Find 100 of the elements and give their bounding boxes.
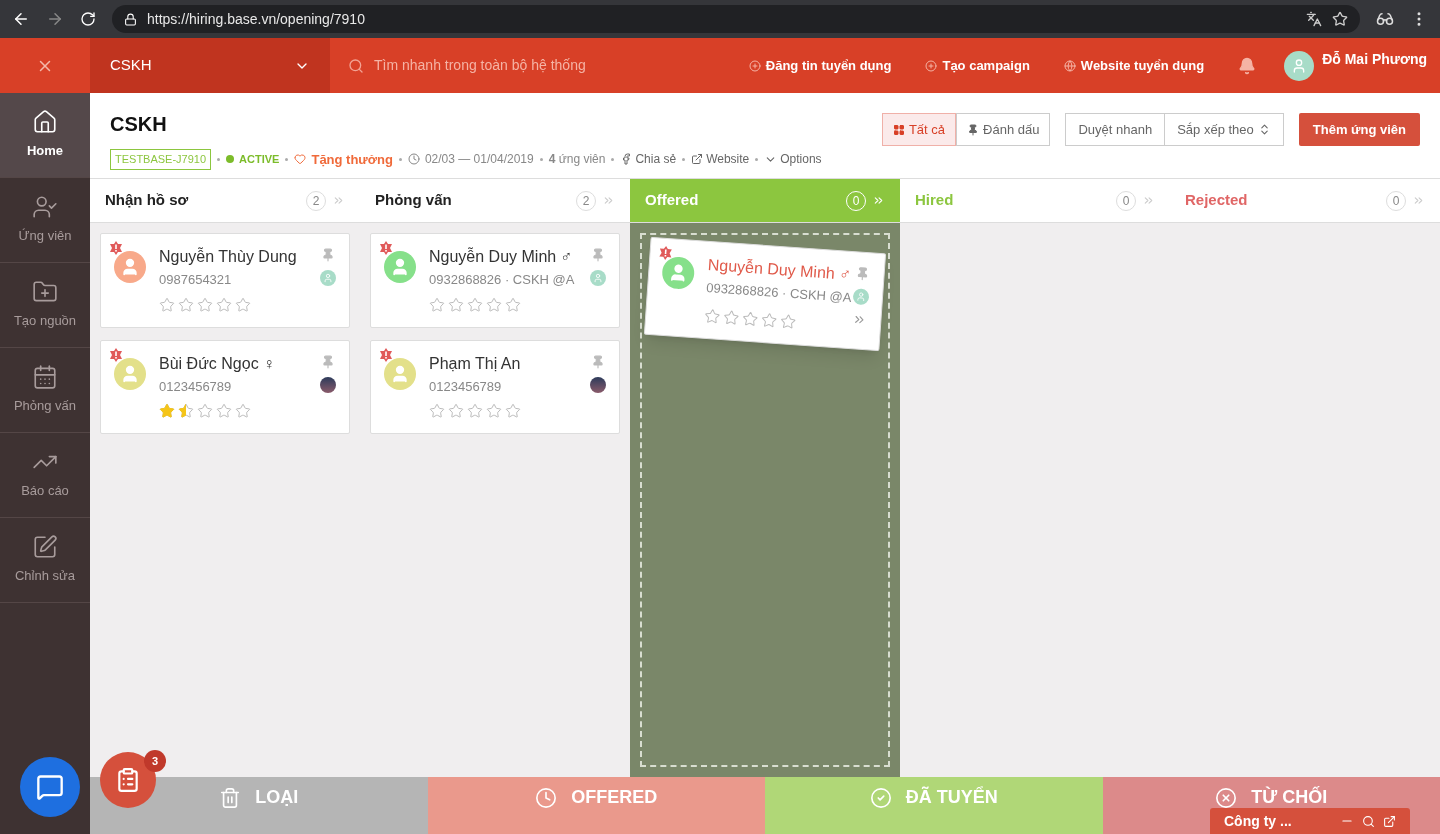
sidebar-item[interactable]: Báo cáo <box>0 433 90 518</box>
pin-icon[interactable] <box>591 248 605 262</box>
translate-icon[interactable] <box>1306 11 1322 27</box>
globe-icon <box>1063 59 1076 72</box>
chevrons-icon <box>1142 194 1155 207</box>
chevrons-icon <box>872 194 885 207</box>
star-icon[interactable] <box>159 403 175 419</box>
job-selector[interactable]: CSKH <box>90 38 330 93</box>
star-icon[interactable] <box>467 403 483 419</box>
star-icon[interactable] <box>429 296 445 313</box>
options-link[interactable]: Options <box>780 150 822 169</box>
candidate-name[interactable]: Nguyễn Thùy Dung <box>159 246 320 268</box>
back-icon[interactable] <box>12 10 30 28</box>
star-icon[interactable] <box>235 296 251 313</box>
external-link-icon <box>691 153 704 166</box>
stage-title: Rejected <box>1185 190 1249 211</box>
share-link[interactable]: Chia sẻ <box>635 150 677 169</box>
star-icon[interactable] <box>159 296 175 313</box>
stage-header[interactable]: Phỏng vấn 2 <box>360 179 630 223</box>
star-icon[interactable] <box>703 307 721 325</box>
star-icon[interactable] <box>216 296 232 313</box>
star-icon[interactable] <box>486 296 502 313</box>
pin-icon[interactable] <box>321 248 335 262</box>
stage-title: Nhận hồ sơ <box>105 190 190 211</box>
chevrons-icon <box>332 194 345 207</box>
search-icon <box>348 57 364 74</box>
sort-button[interactable]: Sắp xếp theo <box>1165 113 1284 146</box>
pin-icon[interactable] <box>321 354 335 369</box>
stage-title: Phỏng vấn <box>375 190 453 211</box>
candidate-name[interactable]: Nguyễn Duy Minh ♂ <box>429 246 590 268</box>
facebook-icon <box>620 153 633 166</box>
stage-header[interactable]: Nhận hồ sơ 2 <box>90 179 360 223</box>
job-code-tag: TESTBASE-J7910 <box>110 149 212 170</box>
candidate-card[interactable]: Nguyễn Duy Minh ♂ 0932868826 · CSKH @A <box>370 233 620 328</box>
chat-dialog[interactable]: Công ty ... <box>1210 808 1410 834</box>
candidate-count: 4 ứng viên <box>548 151 606 169</box>
date-range: 02/03 — 01/04/2019 <box>424 151 534 169</box>
user-check-icon <box>32 194 58 221</box>
search-icon[interactable] <box>1362 814 1375 828</box>
star-icon[interactable] <box>760 311 778 329</box>
star-icon[interactable] <box>448 296 464 313</box>
stage-header[interactable]: Hired 0 <box>900 179 1170 223</box>
star-icon[interactable] <box>216 403 232 419</box>
quick-review-button[interactable]: Duyệt nhanh <box>1065 113 1166 146</box>
candidate-card[interactable]: Nguyễn Duy Minh ♂ 0932868826 · CSKH @A <box>643 236 887 351</box>
grid-icon <box>892 123 905 136</box>
alert-badge-icon <box>658 245 674 261</box>
nav-link[interactable]: Đăng tin tuyển dụng <box>748 55 892 76</box>
pin-icon[interactable] <box>591 354 605 369</box>
star-icon[interactable] <box>197 403 213 419</box>
open-icon[interactable] <box>1383 814 1396 828</box>
search-field[interactable]: Tìm nhanh trong toàn bộ hệ thống <box>330 55 710 76</box>
website-link[interactable]: Website <box>706 150 750 169</box>
candidate-name[interactable]: Phạm Thị An <box>429 352 590 375</box>
view-tab[interactable]: Tất cả <box>881 113 957 146</box>
add-candidate-button[interactable]: Thêm ứng viên <box>1298 113 1420 146</box>
star-icon[interactable] <box>741 310 759 328</box>
sidebar-item[interactable]: Phỏng vấn <box>0 348 90 433</box>
candidate-card[interactable]: Nguyễn Thùy Dung 0987654321 <box>100 233 350 328</box>
star-icon[interactable] <box>486 403 502 419</box>
forward-icon[interactable] <box>46 10 64 28</box>
star-icon[interactable] <box>779 312 797 330</box>
star-icon[interactable] <box>505 296 521 313</box>
candidate-card[interactable]: Phạm Thị An 0123456789 <box>370 339 620 434</box>
task-count-badge: 3 <box>144 750 166 772</box>
sidebar-item[interactable]: Home <box>0 93 90 178</box>
sidebar-item[interactable]: Tạo nguồn <box>0 263 90 348</box>
x-circle-icon <box>1215 786 1238 809</box>
star-icon[interactable] <box>178 403 194 419</box>
star-icon[interactable] <box>197 296 213 313</box>
nav-link[interactable]: Website tuyển dụng <box>1063 55 1205 76</box>
user-name[interactable]: Đỗ Mai Phương <box>1322 49 1427 70</box>
edit-icon <box>32 534 58 561</box>
star-icon[interactable] <box>722 308 740 326</box>
bookmark-icon[interactable] <box>1332 11 1348 27</box>
sidebar-item[interactable]: Chỉnh sửa <box>0 518 90 603</box>
check-circle-icon <box>869 786 892 809</box>
incognito-icon[interactable] <box>1376 10 1394 28</box>
candidate-name[interactable]: Bùi Đức Ngọc ♀ <box>159 352 320 375</box>
reload-icon[interactable] <box>80 11 96 27</box>
candidate-card[interactable]: Bùi Đức Ngọc ♀ 0123456789 <box>100 339 350 434</box>
star-icon[interactable] <box>235 403 251 419</box>
calendar-icon <box>32 364 58 391</box>
star-icon[interactable] <box>505 403 521 419</box>
notification-icon[interactable] <box>1238 56 1257 75</box>
user-avatar-icon[interactable] <box>1284 50 1315 81</box>
lock-icon <box>124 12 137 26</box>
stage-header[interactable]: Rejected 0 <box>1170 179 1440 223</box>
stage-title: Offered <box>645 190 700 211</box>
reward-link[interactable]: Tặng thưởng <box>311 149 393 169</box>
stage-title: Hired <box>915 190 955 211</box>
star-icon[interactable] <box>448 403 464 419</box>
view-tab[interactable]: Đánh dấu <box>956 113 1051 146</box>
star-icon[interactable] <box>429 403 445 419</box>
star-icon[interactable] <box>178 296 194 313</box>
nav-link[interactable]: Tạo campaign <box>925 55 1030 76</box>
star-icon[interactable] <box>467 296 483 313</box>
chevrons-icon <box>602 194 615 207</box>
heart-icon <box>294 153 307 166</box>
address-bar[interactable]: https://hiring.base.vn/opening/7910 <box>112 5 1360 33</box>
